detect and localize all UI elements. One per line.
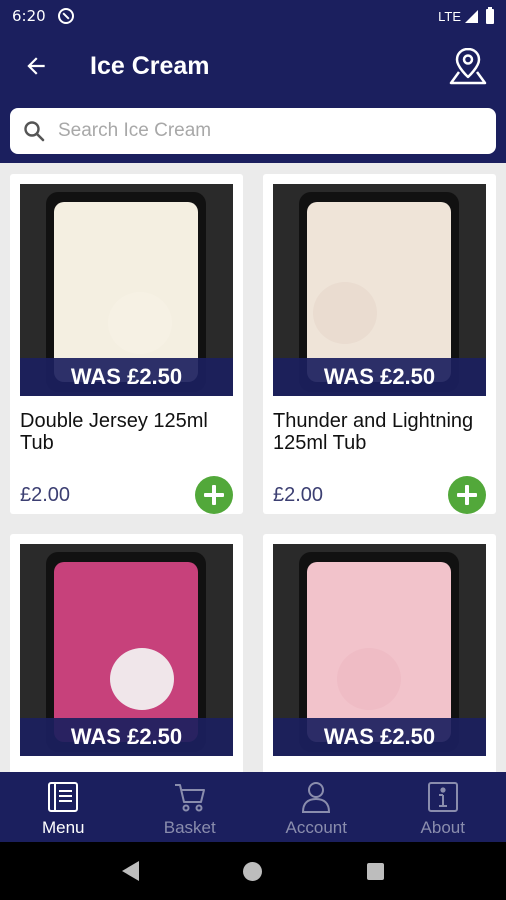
nav-item-account[interactable]: Account <box>253 772 380 842</box>
system-navigation-bar <box>0 842 506 900</box>
product-card[interactable]: WAS £2.50 <box>10 534 243 772</box>
was-price-banner: WAS £2.50 <box>20 358 233 396</box>
status-right: LTE <box>438 6 494 24</box>
nav-item-menu[interactable]: Menu <box>0 772 127 842</box>
status-time: 6:20 <box>12 7 46 25</box>
nav-label-account: Account <box>285 818 347 837</box>
account-icon <box>302 782 331 813</box>
arrow-left-icon <box>27 57 45 75</box>
product-card[interactable]: WAS £2.50 Double Jersey 125ml Tub £2.00 <box>10 174 243 514</box>
page-title: Ice Cream <box>90 51 210 80</box>
store-location-button[interactable] <box>444 42 492 90</box>
search-input[interactable] <box>58 120 458 142</box>
signal-icon <box>465 9 478 23</box>
menu-book-icon <box>48 782 79 812</box>
product-image[interactable]: WAS £2.50 <box>273 544 486 756</box>
product-price: £2.00 <box>273 484 324 506</box>
product-card[interactable]: WAS £2.50 <box>263 534 496 772</box>
status-bar: 6:20 LTE <box>0 0 506 32</box>
system-home-icon[interactable] <box>243 861 263 881</box>
product-image[interactable]: WAS £2.50 <box>20 544 233 756</box>
nav-item-about[interactable]: About <box>380 772 506 842</box>
ice-cream-scoop <box>337 648 401 710</box>
map-pin-icon <box>449 47 487 85</box>
info-icon <box>427 782 458 812</box>
product-name: Double Jersey 125ml Tub <box>20 410 208 454</box>
nav-item-basket[interactable]: Basket <box>127 772 254 842</box>
ice-cream-fill <box>54 202 198 382</box>
product-name: Thunder and Lightning 125ml Tub <box>273 410 474 454</box>
search-area <box>0 100 506 163</box>
ice-cream-scoop <box>108 292 172 354</box>
cart-icon <box>174 784 205 812</box>
add-to-basket-button[interactable] <box>448 476 486 514</box>
product-card[interactable]: WAS £2.50 Thunder and Lightning 125ml Tu… <box>263 174 496 514</box>
was-price-banner: WAS £2.50 <box>273 358 486 396</box>
system-back-icon[interactable] <box>122 861 140 881</box>
product-image[interactable]: WAS £2.50 <box>20 184 233 396</box>
ice-cream-scoop <box>313 282 377 344</box>
search-icon <box>24 121 45 142</box>
nav-label-menu: Menu <box>41 818 85 837</box>
was-price-banner: WAS £2.50 <box>273 718 486 756</box>
network-type: LTE <box>438 8 461 24</box>
nav-label-about: About <box>420 818 465 837</box>
battery-icon <box>486 6 494 24</box>
app-bar: Ice Cream <box>0 32 506 100</box>
system-recents-icon[interactable] <box>366 862 384 880</box>
add-to-basket-button[interactable] <box>195 476 233 514</box>
data-saver-icon <box>57 8 74 24</box>
product-price: £2.00 <box>20 484 71 506</box>
ice-cream-scoop <box>110 648 174 710</box>
product-image[interactable]: WAS £2.50 <box>273 184 486 396</box>
search-box[interactable] <box>10 108 496 154</box>
back-button[interactable] <box>8 38 64 94</box>
product-grid: WAS £2.50 Double Jersey 125ml Tub £2.00 … <box>0 163 506 772</box>
was-price-banner: WAS £2.50 <box>20 718 233 756</box>
bottom-navigation: Menu Basket Account About <box>0 772 506 842</box>
nav-label-basket: Basket <box>163 818 216 837</box>
